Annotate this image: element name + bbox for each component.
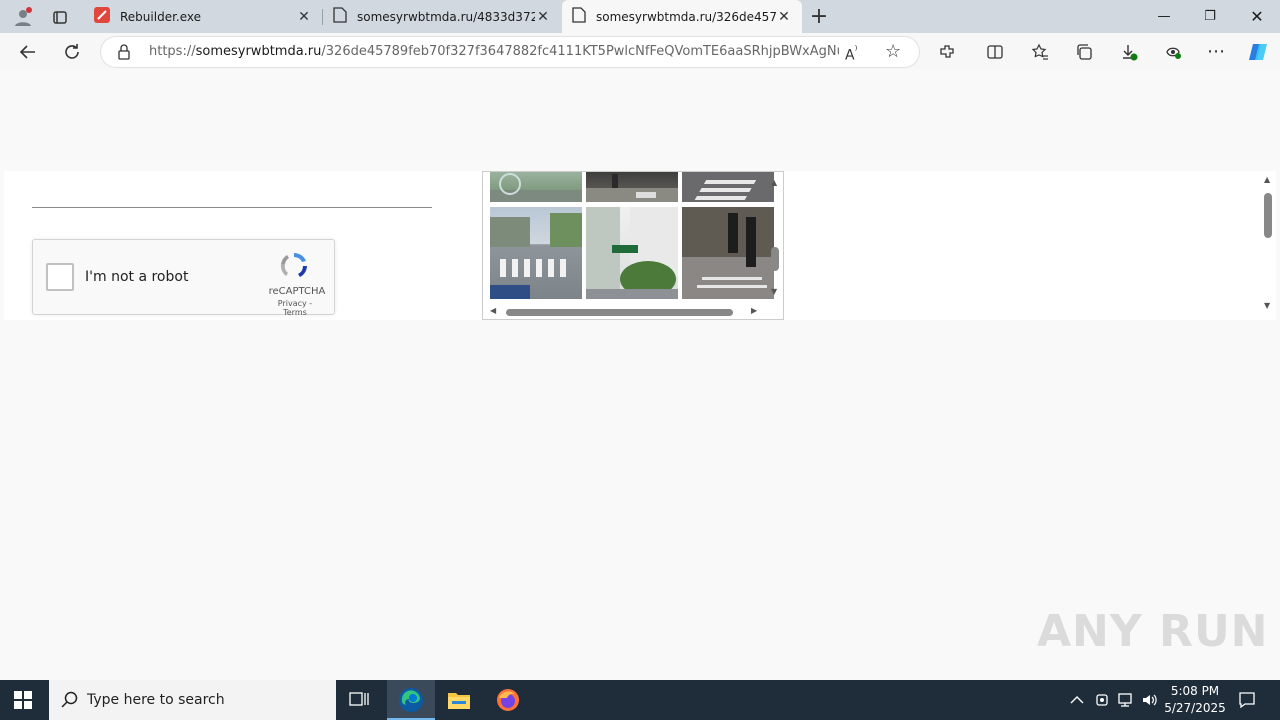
page-icon <box>572 7 586 26</box>
collections-icon[interactable] <box>1068 33 1100 70</box>
copilot-icon[interactable] <box>1242 33 1274 70</box>
scroll-left-icon[interactable]: ◀ <box>490 306 496 315</box>
scroll-right-icon[interactable]: ▶ <box>751 306 757 315</box>
meet-now-icon[interactable] <box>1095 680 1111 720</box>
captcha-tile[interactable] <box>490 172 582 202</box>
split-screen-icon[interactable] <box>979 33 1011 70</box>
page-viewport <box>4 70 1276 676</box>
url-domain: somesyrwbtmda.ru <box>195 44 322 59</box>
network-icon[interactable] <box>1118 680 1136 720</box>
captcha-tile[interactable] <box>586 172 678 202</box>
more-icon[interactable]: ⋯ <box>1200 33 1232 70</box>
toolbar: https://somesyrwbtmda.ru/326de45789feb70… <box>0 33 1280 70</box>
close-tab-icon[interactable]: ✕ <box>535 9 551 25</box>
scroll-thumb[interactable] <box>771 247 779 271</box>
tab-somesy-1[interactable]: somesyrwbtmda.ru/4833d372012 ✕ <box>323 0 561 33</box>
rebuilder-app-icon <box>94 7 110 26</box>
tab-title: somesyrwbtmda.ru/4833d372012 <box>357 9 535 24</box>
minimize-icon[interactable]: — <box>1141 0 1187 33</box>
recaptcha-brand: reCAPTCHA <box>268 286 326 297</box>
anyrun-watermark: ANY RUN <box>1037 606 1269 657</box>
page-vertical-scrollbar[interactable]: ▲ ▼ <box>1261 175 1275 315</box>
clock-time: 5:08 PM <box>1170 684 1220 698</box>
refresh-icon[interactable] <box>56 33 88 70</box>
taskbar: Type here to search 5:08 PM 5/27/2025 <box>0 680 1280 720</box>
new-tab-icon[interactable]: + <box>804 0 834 33</box>
scroll-up-icon[interactable]: ▲ <box>771 178 777 187</box>
close-tab-icon[interactable]: ✕ <box>776 9 792 25</box>
url-protocol: https:// <box>149 44 196 59</box>
close-tab-icon[interactable]: ✕ <box>296 9 312 25</box>
recaptcha-widget: I'm not a robot reCAPTCHA Privacy - Term… <box>32 239 335 317</box>
divider <box>32 207 432 208</box>
address-bar[interactable]: https://somesyrwbtmda.ru/326de45789feb70… <box>101 37 919 67</box>
firefox-icon[interactable] <box>496 688 520 715</box>
tab-somesy-2-active[interactable]: somesyrwbtmda.ru/326de45789f ✕ <box>562 0 802 33</box>
clock-date: 5/27/2025 <box>1164 701 1226 715</box>
recaptcha-checkbox[interactable] <box>46 263 74 291</box>
search-placeholder: Type here to search <box>87 692 225 708</box>
performance-icon[interactable] <box>1157 33 1189 70</box>
lock-icon[interactable] <box>117 44 131 63</box>
search-icon <box>61 691 79 713</box>
downloads-icon[interactable] <box>1113 33 1145 70</box>
captcha-tile[interactable] <box>682 207 774 299</box>
tab-rebuilder[interactable]: Rebuilder.exe ✕ <box>84 0 322 33</box>
read-aloud-icon[interactable]: A⁾ <box>845 43 857 64</box>
edge-icon <box>398 687 424 716</box>
taskbar-edge-app[interactable] <box>387 680 435 720</box>
windows-start-icon[interactable] <box>14 691 32 712</box>
task-view-icon[interactable] <box>349 691 369 712</box>
scroll-down-icon[interactable]: ▼ <box>771 287 777 296</box>
close-window-icon[interactable]: ✕ <box>1234 0 1280 33</box>
file-explorer-icon[interactable] <box>447 689 471 714</box>
url-text[interactable]: https://somesyrwbtmda.ru/326de45789feb70… <box>149 44 839 59</box>
recaptcha-label: I'm not a robot <box>85 269 189 285</box>
extensions-icon[interactable] <box>931 33 963 70</box>
captcha-tile[interactable] <box>682 172 774 202</box>
notifications-icon[interactable] <box>1238 680 1256 720</box>
captcha-image-frame[interactable] <box>482 171 784 320</box>
page-icon <box>333 7 347 26</box>
tab-actions-icon[interactable] <box>44 0 76 33</box>
restore-icon[interactable]: ❐ <box>1187 0 1233 33</box>
captcha-tile[interactable] <box>586 207 678 299</box>
url-path: /326de45789feb70f327f3647882fc4111KT5Pwl… <box>321 44 839 59</box>
taskbar-clock[interactable]: 5:08 PM 5/27/2025 <box>1160 683 1230 717</box>
scroll-up-icon[interactable]: ▲ <box>1264 175 1270 184</box>
favorites-icon[interactable] <box>1024 33 1056 70</box>
scroll-thumb[interactable] <box>1264 193 1272 238</box>
favorite-star-icon[interactable]: ☆ <box>885 41 901 62</box>
captcha-tile[interactable] <box>490 207 582 299</box>
back-icon[interactable] <box>12 33 44 70</box>
tab-bar: Rebuilder.exe ✕ somesyrwbtmda.ru/4833d37… <box>0 0 1280 33</box>
recaptcha-logo-icon <box>278 250 310 282</box>
profile-icon[interactable] <box>8 0 38 33</box>
volume-icon[interactable] <box>1141 680 1159 720</box>
tab-title: somesyrwbtmda.ru/326de45789f <box>596 9 776 24</box>
frame-vertical-scrollbar[interactable]: ▲ ▼ <box>768 171 782 301</box>
scroll-down-icon[interactable]: ▼ <box>1264 301 1270 310</box>
recaptcha-links[interactable]: Privacy - Terms <box>265 299 325 317</box>
scroll-thumb[interactable] <box>506 309 733 316</box>
frame-horizontal-scrollbar[interactable]: ◀ ▶ <box>483 305 768 319</box>
tab-title: Rebuilder.exe <box>120 9 202 24</box>
tray-chevron-icon[interactable] <box>1070 680 1084 720</box>
taskbar-search-box[interactable]: Type here to search <box>49 680 336 720</box>
